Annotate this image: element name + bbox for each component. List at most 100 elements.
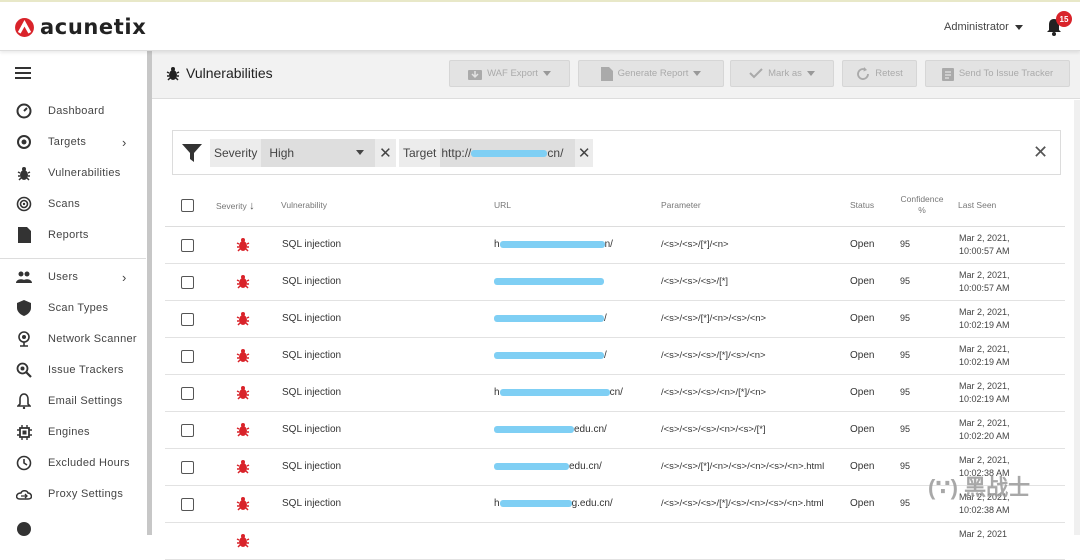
- row-checkbox[interactable]: [181, 387, 194, 400]
- row-checkbox[interactable]: [181, 461, 194, 474]
- sidebar-item-proxy-settings[interactable]: Proxy Settings: [0, 482, 146, 506]
- generate-report-button[interactable]: Generate Report: [578, 60, 724, 87]
- vulnerability-name[interactable]: SQL injection: [282, 276, 341, 287]
- cloud-icon: [16, 486, 32, 502]
- vulnerability-name[interactable]: SQL injection: [282, 313, 341, 324]
- url-cell[interactable]: h g.edu.cn/: [494, 498, 613, 509]
- chevron-right-icon: ›: [122, 269, 127, 285]
- user-menu[interactable]: Administrator: [944, 21, 1023, 33]
- waf-export-button[interactable]: WAF Export: [449, 60, 570, 87]
- target-filter-chip[interactable]: Target http://cn/ ✕: [399, 139, 593, 167]
- sidebar-item-email-settings[interactable]: Email Settings: [0, 389, 146, 413]
- sidebar-item-dashboard[interactable]: Dashboard: [0, 99, 146, 123]
- row-checkbox[interactable]: [181, 313, 194, 326]
- sidebar-item-engines[interactable]: Engines: [0, 420, 146, 444]
- url-cell[interactable]: h n/: [494, 239, 613, 250]
- sidebar-item-issue-trackers[interactable]: Issue Trackers: [0, 358, 146, 382]
- sidebar-item-excluded-hours[interactable]: Excluded Hours: [0, 451, 146, 475]
- sidebar-item-scans[interactable]: Scans: [0, 192, 146, 216]
- dashboard-icon: [16, 103, 32, 119]
- table-row[interactable]: SQL injection edu.cn/ /<s>/<s>/<s>/<n>/<s>…: [165, 412, 1065, 449]
- url-cell[interactable]: [494, 276, 604, 287]
- radar-icon: [16, 196, 32, 212]
- column-url[interactable]: URL: [494, 200, 511, 210]
- sidebar-item-network-scanner[interactable]: Network Scanner: [0, 327, 146, 351]
- page-title: Vulnerabilities: [166, 65, 273, 81]
- table-row[interactable]: SQL injection h n/ /<s>/<s>/[*]/<n> Open 95 Ma…: [165, 227, 1065, 264]
- severity-high-bug-icon: [236, 459, 250, 474]
- sidebar-item-users[interactable]: Users ›: [0, 265, 146, 289]
- table-row[interactable]: Mar 2, 2021: [165, 523, 1065, 560]
- severity-high-bug-icon: [236, 274, 250, 289]
- report-icon: [600, 66, 613, 81]
- sidebar-item-reports[interactable]: Reports: [0, 223, 146, 247]
- url-cell[interactable]: /: [494, 350, 607, 361]
- sidebar-item-vulnerabilities[interactable]: Vulnerabilities: [0, 161, 146, 185]
- redacted-url: [499, 388, 610, 396]
- table-row[interactable]: SQL injection h cn/ /<s>/<s>/<s>/<n>/[*]/<n…: [165, 375, 1065, 412]
- redacted-url: [494, 351, 604, 359]
- logo-text: acunetix: [40, 15, 147, 39]
- table-row[interactable]: SQL injection / /<s>/<s>/[*]/<n>/<s>/<n> Op…: [165, 301, 1065, 338]
- row-checkbox[interactable]: [181, 350, 194, 363]
- parameter-cell: /<s>/<s>/<s>/<n>/<s>/[*]: [661, 424, 766, 435]
- vulnerability-name[interactable]: SQL injection: [282, 350, 341, 361]
- vulnerability-name[interactable]: SQL injection: [282, 239, 341, 250]
- column-severity[interactable]: Severity ↓: [216, 200, 255, 212]
- row-checkbox[interactable]: [181, 424, 194, 437]
- url-cell[interactable]: /: [494, 313, 607, 324]
- mark-as-button[interactable]: Mark as: [730, 60, 834, 87]
- users-icon: [16, 269, 32, 285]
- sidebar-divider: [0, 258, 146, 259]
- chevron-down-icon: [542, 71, 551, 76]
- column-confidence[interactable]: Confidence %: [900, 194, 944, 216]
- status-cell: Open: [850, 498, 875, 509]
- url-cell[interactable]: edu.cn/: [494, 461, 602, 472]
- url-cell[interactable]: edu.cn/: [494, 424, 607, 435]
- vulnerability-name[interactable]: SQL injection: [282, 424, 341, 435]
- parameter-cell: /<s>/<s>/<s>/[*]: [661, 276, 729, 287]
- table-header: Severity ↓ Vulnerability URL Parameter S…: [165, 188, 1065, 227]
- send-to-issue-tracker-button[interactable]: Send To Issue Tracker: [925, 60, 1070, 87]
- severity-select[interactable]: High: [261, 139, 376, 167]
- url-cell[interactable]: h cn/: [494, 387, 623, 398]
- vulnerability-name[interactable]: SQL injection: [282, 461, 341, 472]
- top-bar: acunetix Administrator 15: [0, 0, 1080, 51]
- clear-filters-icon[interactable]: ✕: [1033, 142, 1048, 163]
- row-checkbox[interactable]: [181, 239, 194, 252]
- column-last-seen[interactable]: Last Seen: [958, 200, 996, 210]
- vulnerability-name[interactable]: SQL injection: [282, 498, 341, 509]
- last-seen-cell: Mar 2, 2021, 10:02:19 AM: [959, 381, 1010, 404]
- sidebar-item-scan-types[interactable]: Scan Types: [0, 296, 146, 320]
- filter-funnel-icon[interactable]: [182, 144, 202, 162]
- menu-toggle-icon[interactable]: [15, 67, 31, 79]
- column-vulnerability[interactable]: Vulnerability: [281, 200, 327, 210]
- retest-button[interactable]: Retest: [842, 60, 917, 87]
- sidebar-item-targets[interactable]: Targets ›: [0, 130, 146, 154]
- sidebar-item-about[interactable]: [0, 517, 146, 541]
- select-all-checkbox[interactable]: [181, 199, 194, 212]
- table-row[interactable]: SQL injection /<s>/<s>/<s>/[*] Open 95 Mar 2…: [165, 264, 1065, 301]
- vulnerability-name[interactable]: SQL injection: [282, 387, 341, 398]
- row-checkbox[interactable]: [181, 498, 194, 511]
- redacted-domain: [471, 149, 548, 157]
- redacted-url: [494, 314, 604, 322]
- column-parameter[interactable]: Parameter: [661, 200, 701, 210]
- page-header: Vulnerabilities WAF Export Generate Repo…: [152, 51, 1080, 99]
- confidence-cell: 95: [900, 350, 911, 360]
- sidebar-scrollbar[interactable]: [147, 51, 152, 535]
- page-scrollbar[interactable]: [1074, 100, 1080, 535]
- confidence-cell: 95: [900, 424, 911, 434]
- redacted-url: [494, 425, 574, 433]
- table-row[interactable]: SQL injection / /<s>/<s>/<s>/[*]/<s>/<n> Op…: [165, 338, 1065, 375]
- status-cell: Open: [850, 424, 875, 435]
- remove-target-filter-icon[interactable]: ✕: [575, 144, 593, 162]
- severity-filter-chip[interactable]: Severity High ✕: [210, 139, 396, 167]
- column-status[interactable]: Status: [850, 200, 874, 210]
- logo[interactable]: acunetix: [14, 15, 146, 39]
- parameter-cell: /<s>/<s>/<s>/[*]/<s>/<n>/<s>/<n>.html: [661, 498, 824, 509]
- row-checkbox[interactable]: [181, 276, 194, 289]
- refresh-icon: [857, 66, 870, 80]
- remove-severity-filter-icon[interactable]: ✕: [375, 144, 395, 162]
- last-seen-cell: Mar 2, 2021, 10:00:57 AM: [959, 270, 1010, 293]
